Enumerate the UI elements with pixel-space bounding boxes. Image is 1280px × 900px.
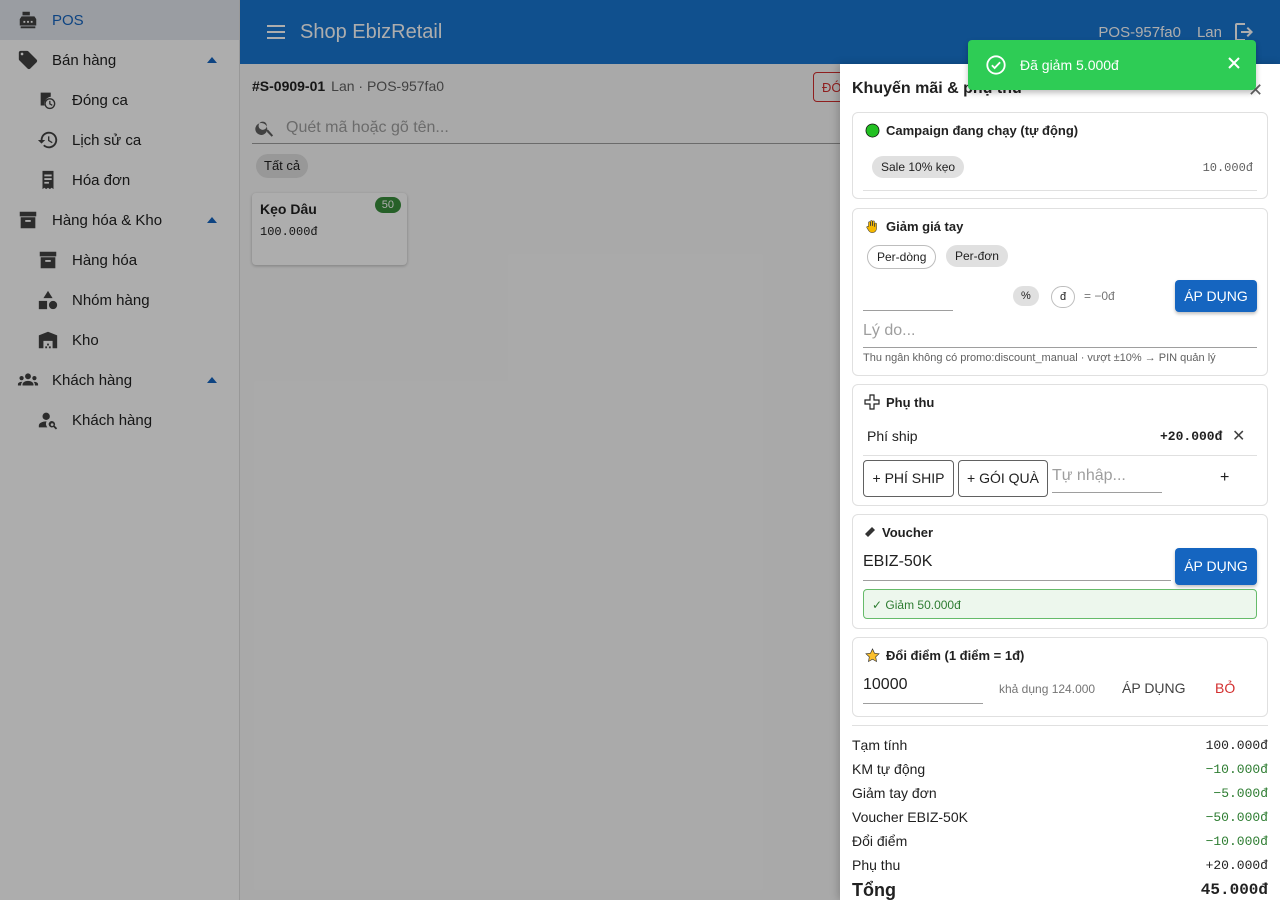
hand-icon [864, 218, 880, 234]
total-row-value: −5.000đ [1213, 785, 1268, 801]
toast-message: Đã giảm 5.000đ [1020, 57, 1119, 73]
points-title-row: Đổi điểm (1 điểm = 1đ) [864, 647, 1024, 663]
points-remove-button[interactable]: BỎ [1215, 680, 1235, 696]
plus-icon [864, 394, 880, 410]
total-row-value: −10.000đ [1205, 761, 1268, 777]
voucher-card: Voucher EBIZ-50K ÁP DỤNG ✓ Giảm 50.000đ [852, 514, 1268, 629]
points-card: Đổi điểm (1 điểm = 1đ) 10000 khả dụng 12… [852, 637, 1268, 717]
success-toast: Đã giảm 5.000đ [968, 40, 1256, 90]
total-row-label: Đổi điểm [852, 833, 908, 849]
total-row: Tạm tính 100.000đ [852, 733, 1268, 757]
ticket-icon [864, 524, 876, 540]
total-row-label: Voucher EBIZ-50K [852, 809, 968, 825]
promotion-drawer: Khuyến mãi & phụ thu ✕ Campaign đang chạ… [840, 64, 1280, 900]
campaign-card: Campaign đang chạy (tự động) Sale 10% kẹ… [852, 112, 1268, 199]
permission-note: Thu ngân không có promo:discount_manual … [863, 352, 1216, 364]
order-totals: Tạm tính 100.000đ KM tự động −10.000đ Giảm… [852, 725, 1268, 900]
total-row-value: +20.000đ [1205, 857, 1268, 873]
manual-apply-button[interactable]: ÁP DỤNG [1175, 280, 1257, 312]
voucher-code-input[interactable]: EBIZ-50K [863, 553, 1171, 581]
campaign-amount: 10.000đ [1202, 161, 1253, 175]
surcharge-item-label: Phí ship [867, 428, 918, 444]
add-gift-wrap-button[interactable]: + GÓI QUÀ [958, 460, 1048, 497]
unit-vnd-toggle[interactable]: đ [1051, 286, 1076, 308]
remove-surcharge-icon[interactable]: ✕ [1232, 426, 1245, 446]
custom-surcharge-input[interactable]: Tự nhập... [1052, 467, 1162, 493]
manual-discount-card: Giảm giá tay Per-dòng Per-đơn % đ = −0đ … [852, 208, 1268, 376]
total-row-value: 100.000đ [1205, 737, 1268, 753]
add-ship-fee-button[interactable]: + PHÍ SHIP [863, 460, 954, 497]
voucher-code: EBIZ-50K [863, 553, 933, 570]
manual-title-row: Giảm giá tay [864, 218, 963, 234]
surcharge-title-row: Phụ thu [864, 394, 934, 410]
total-row: KM tự động −10.000đ [852, 757, 1268, 781]
total-row: Phụ thu +20.000đ [852, 853, 1268, 877]
points-apply-button[interactable]: ÁP DỤNG [1122, 680, 1186, 696]
star-icon [864, 647, 880, 663]
total-row: Giảm tay đơn −5.000đ [852, 781, 1268, 805]
campaign-title: Campaign đang chạy (tự động) [886, 122, 1079, 138]
total-row-value: −50.000đ [1205, 809, 1268, 825]
discount-value-input[interactable] [863, 287, 953, 311]
voucher-apply-button[interactable]: ÁP DỤNG [1175, 548, 1257, 585]
green-circle-icon [864, 122, 880, 138]
grand-total-row: Tổng 45.000đ [852, 878, 1268, 900]
unit-percent-toggle[interactable]: % [1013, 286, 1039, 306]
points-title: Đổi điểm (1 điểm = 1đ) [886, 647, 1025, 663]
reason-input[interactable]: Lý do... [863, 322, 1257, 348]
custom-surcharge-placeholder: Tự nhập... [1052, 467, 1126, 484]
surcharge-title: Phụ thu [886, 394, 935, 410]
divider [863, 190, 1257, 191]
total-row: Voucher EBIZ-50K −50.000đ [852, 805, 1268, 829]
voucher-title-row: Voucher [864, 524, 933, 540]
manual-title: Giảm giá tay [886, 218, 964, 234]
divider [863, 455, 1257, 456]
discount-preview: = −0đ [1084, 289, 1115, 303]
grand-total-value: 45.000đ [1200, 881, 1268, 899]
voucher-title: Voucher [882, 524, 934, 540]
grand-total-label: Tổng [852, 879, 896, 900]
mode-per-order[interactable]: Per-đơn [946, 245, 1008, 267]
close-icon[interactable] [1226, 55, 1242, 71]
voucher-result: ✓ Giảm 50.000đ [863, 589, 1257, 619]
total-row-label: Tạm tính [852, 737, 908, 753]
mode-per-line[interactable]: Per-dòng [867, 245, 937, 269]
check-circle-icon [986, 55, 1006, 75]
campaign-chip: Sale 10% kẹo [872, 156, 965, 178]
points-available: khả dụng 124.000 [999, 682, 1096, 696]
surcharge-card: Phụ thu Phí ship +20.000đ ✕ + PHÍ SHIP +… [852, 384, 1268, 506]
total-row-label: Giảm tay đơn [852, 785, 937, 801]
campaign-title-row: Campaign đang chạy (tự động) [864, 122, 1078, 138]
points-input[interactable]: 10000 [863, 676, 983, 704]
add-custom-surcharge-button[interactable]: + [1220, 469, 1229, 487]
total-row-label: KM tự động [852, 761, 926, 777]
total-row-value: −10.000đ [1205, 833, 1268, 849]
total-row: Đổi điểm −10.000đ [852, 829, 1268, 853]
surcharge-item-amount: +20.000đ [1160, 429, 1223, 444]
reason-placeholder: Lý do... [863, 322, 916, 339]
points-value: 10000 [863, 676, 908, 693]
total-row-label: Phụ thu [852, 857, 901, 873]
